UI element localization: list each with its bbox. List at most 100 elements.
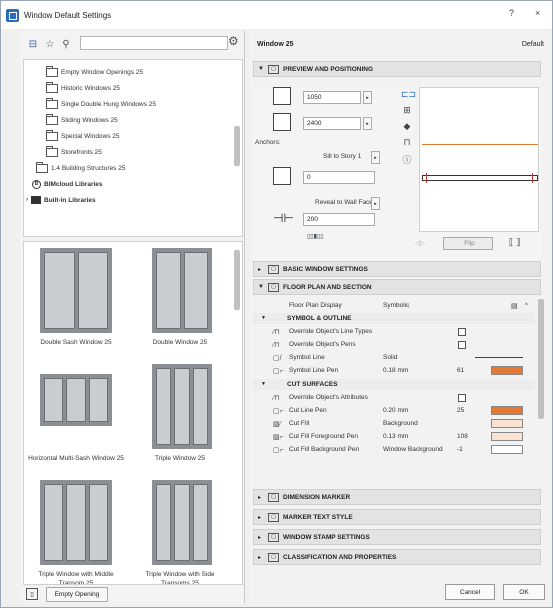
chevron-up-icon[interactable]: ^: [525, 303, 528, 309]
thumbnail-label: Triple Window 25: [155, 455, 205, 462]
thumbnail-scrollbar[interactable]: [234, 250, 240, 310]
pen-color-swatch[interactable]: [491, 366, 523, 375]
chevron-right-icon: ▸: [258, 514, 262, 521]
reveal-input[interactable]: 200: [303, 213, 375, 226]
width-arrow-button[interactable]: ▸: [363, 91, 372, 104]
pen-number[interactable]: 61: [457, 367, 464, 374]
table-row[interactable]: ▢⌐ Cut Fill Background Pen Window Backgr…: [253, 443, 535, 456]
row-value[interactable]: Background: [383, 420, 418, 427]
favorites-icon[interactable]: ☆: [43, 37, 57, 51]
thumbnail-label: Triple Window with Middle Transom 25: [38, 571, 114, 585]
chevron-right-icon[interactable]: ›: [26, 197, 28, 203]
search-input[interactable]: [80, 36, 228, 50]
fill-preview-swatch[interactable]: [491, 419, 523, 428]
empty-opening-icon[interactable]: ▯: [26, 588, 38, 600]
chevron-down-icon: ▼: [258, 284, 264, 290]
width-input[interactable]: 1050: [303, 91, 361, 104]
floor-plan-display-row[interactable]: Floor Plan Display Symbolic ▤ ^: [253, 299, 535, 312]
symbol-outline-group[interactable]: ▼ SYMBOL & OUTLINE: [253, 313, 535, 324]
folder-view-icon[interactable]: ⊟: [26, 37, 40, 51]
pen-number[interactable]: 108: [457, 433, 468, 440]
thumbnail-grid: Double Sash Window 25 Double Window 25 H…: [23, 241, 243, 585]
info-icon[interactable]: ⓘ: [401, 153, 413, 166]
chevron-right-icon: ▸: [258, 494, 262, 501]
pen-color-swatch[interactable]: [491, 406, 523, 415]
row-label: Cut Fill Background Pen: [289, 446, 360, 453]
tree-item[interactable]: Storefronts 25: [46, 144, 102, 160]
height-arrow-button[interactable]: ▸: [363, 117, 372, 130]
height-input[interactable]: 2400: [303, 117, 361, 130]
tree-item-builtin[interactable]: › Built-in Libraries: [26, 192, 96, 208]
pen-color-swatch[interactable]: [491, 445, 523, 454]
section-basic-settings[interactable]: ▸ ▢ BASIC WINDOW SETTINGS: [253, 261, 541, 277]
sill-arrow-button[interactable]: ▸: [371, 151, 380, 164]
flip-button[interactable]: Flip: [443, 237, 493, 250]
section-preview-positioning[interactable]: ▼ ▢ PREVIEW AND POSITIONING: [253, 61, 541, 77]
table-row[interactable]: ▢/ Symbol Line Solid: [253, 351, 535, 364]
tree-item[interactable]: Historic Windows 25: [46, 80, 120, 96]
reveal-arrow-button[interactable]: ▸: [371, 197, 380, 210]
preview-icon: ▢: [268, 64, 279, 74]
help-button[interactable]: ?: [509, 8, 514, 18]
display-icon[interactable]: ▤: [511, 302, 518, 310]
pen-number[interactable]: -1: [457, 446, 463, 453]
section-marker-text-style[interactable]: ▸ ▢ MARKER TEXT STYLE: [253, 509, 541, 525]
empty-opening-button[interactable]: Empty Opening: [46, 586, 108, 602]
override-attributes-checkbox[interactable]: [458, 393, 466, 402]
tree-scrollbar[interactable]: [234, 126, 240, 166]
table-row[interactable]: ⁄⊓ Override Object's Line Types: [253, 325, 535, 338]
anchor-point-icons[interactable]: ▯▯▮▯▯: [307, 233, 324, 240]
table-scrollbar[interactable]: [538, 299, 544, 419]
sill-input[interactable]: 0: [303, 171, 375, 184]
cut-surfaces-group[interactable]: ▼ CUT SURFACES: [253, 379, 535, 390]
close-button[interactable]: ×: [535, 8, 540, 18]
flip-rotate-icon[interactable]: ◁▷: [415, 239, 425, 247]
mirror-icons[interactable]: ⟦ ⟧: [509, 237, 520, 248]
tree-item[interactable]: Sliding Windows 25: [46, 112, 118, 128]
table-row[interactable]: ▨⁄ Cut Fill Background: [253, 417, 535, 430]
table-row[interactable]: ▨⌐ Cut Fill Foreground Pen 0.13 mm 108: [253, 430, 535, 443]
sill-label[interactable]: Sill to Story 1: [323, 153, 361, 160]
window-default-settings-dialog: Window Default Settings ? × ⊟ ☆ ⚲ ⚙ Empt…: [0, 0, 553, 608]
chevron-right-icon: ▸: [258, 266, 262, 273]
library-toolbar: ⊟ ☆ ⚲ ⚙: [20, 31, 245, 57]
preview-area: 1050 ▸ 2400 ▸ Anchors: Sill to Story 1 ▸…: [253, 87, 541, 287]
thumbnail-triple-middle-transom[interactable]: Triple Window with Middle Transom 25: [28, 480, 124, 585]
thumbnail-double-window[interactable]: Double Window 25: [132, 248, 228, 358]
ok-button[interactable]: OK: [503, 584, 545, 600]
tree-item[interactable]: Special Windows 25: [46, 128, 120, 144]
override-pens-checkbox[interactable]: [458, 340, 466, 349]
table-row[interactable]: ⁄⊓ Override Object's Pens: [253, 338, 535, 351]
tree-item-bimcloud[interactable]: B BIMcloud Libraries: [32, 176, 103, 192]
section-view-icon[interactable]: ⊞: [401, 105, 413, 116]
thumbnail-triple-side-transoms[interactable]: Triple Window with Side Transoms 25: [132, 480, 228, 584]
row-label: Cut Fill: [289, 420, 310, 427]
row-value[interactable]: Solid: [383, 354, 397, 361]
plan-view-icon[interactable]: ⊏⊐: [401, 89, 416, 100]
section-window-stamp[interactable]: ▸ ▢ WINDOW STAMP SETTINGS: [253, 529, 541, 545]
section-floor-plan[interactable]: ▼ ▢ FLOOR PLAN AND SECTION: [253, 279, 541, 295]
tree-item[interactable]: 1.4 Building Structures 25: [36, 160, 125, 176]
thumbnail-double-sash[interactable]: Double Sash Window 25: [28, 248, 124, 358]
pen-color-swatch[interactable]: [491, 432, 523, 441]
row-value[interactable]: Symbolic: [383, 302, 409, 309]
tree-item[interactable]: Single Double Hung Windows 25: [46, 96, 156, 112]
tree-item[interactable]: Empty Window Openings 25: [46, 64, 143, 80]
thumbnail-triple-window[interactable]: Triple Window 25: [132, 364, 228, 474]
pen-number[interactable]: 25: [457, 407, 464, 414]
thumbnail-horizontal-multi-sash[interactable]: Horizontal Multi-Sash Window 25: [28, 364, 124, 474]
table-row[interactable]: ▢⌐ Cut Line Pen 0.20 mm 25: [253, 404, 535, 417]
cancel-button[interactable]: Cancel: [445, 584, 495, 600]
override-line-types-checkbox[interactable]: [458, 327, 466, 336]
gear-icon[interactable]: ⚙: [228, 34, 239, 48]
section-classification[interactable]: ▸ ▢ CLASSIFICATION AND PROPERTIES: [253, 549, 541, 565]
search-icon[interactable]: ⚲: [59, 37, 73, 51]
row-label: Override Object's Pens: [289, 341, 356, 348]
tree-item-label: Storefronts 25: [61, 148, 102, 156]
table-row[interactable]: ⁄⊓ Override Object's Attributes: [253, 391, 535, 404]
3d-view-icon[interactable]: ◆: [401, 121, 413, 132]
table-row[interactable]: ▢⌐ Symbol Line Pen 0.18 mm 61: [253, 364, 535, 377]
reveal-label[interactable]: Reveal to Wall Face: [315, 199, 373, 206]
elevation-view-icon[interactable]: ⊓: [401, 137, 413, 148]
section-dimension-marker[interactable]: ▸ ▢ DIMENSION MARKER: [253, 489, 541, 505]
